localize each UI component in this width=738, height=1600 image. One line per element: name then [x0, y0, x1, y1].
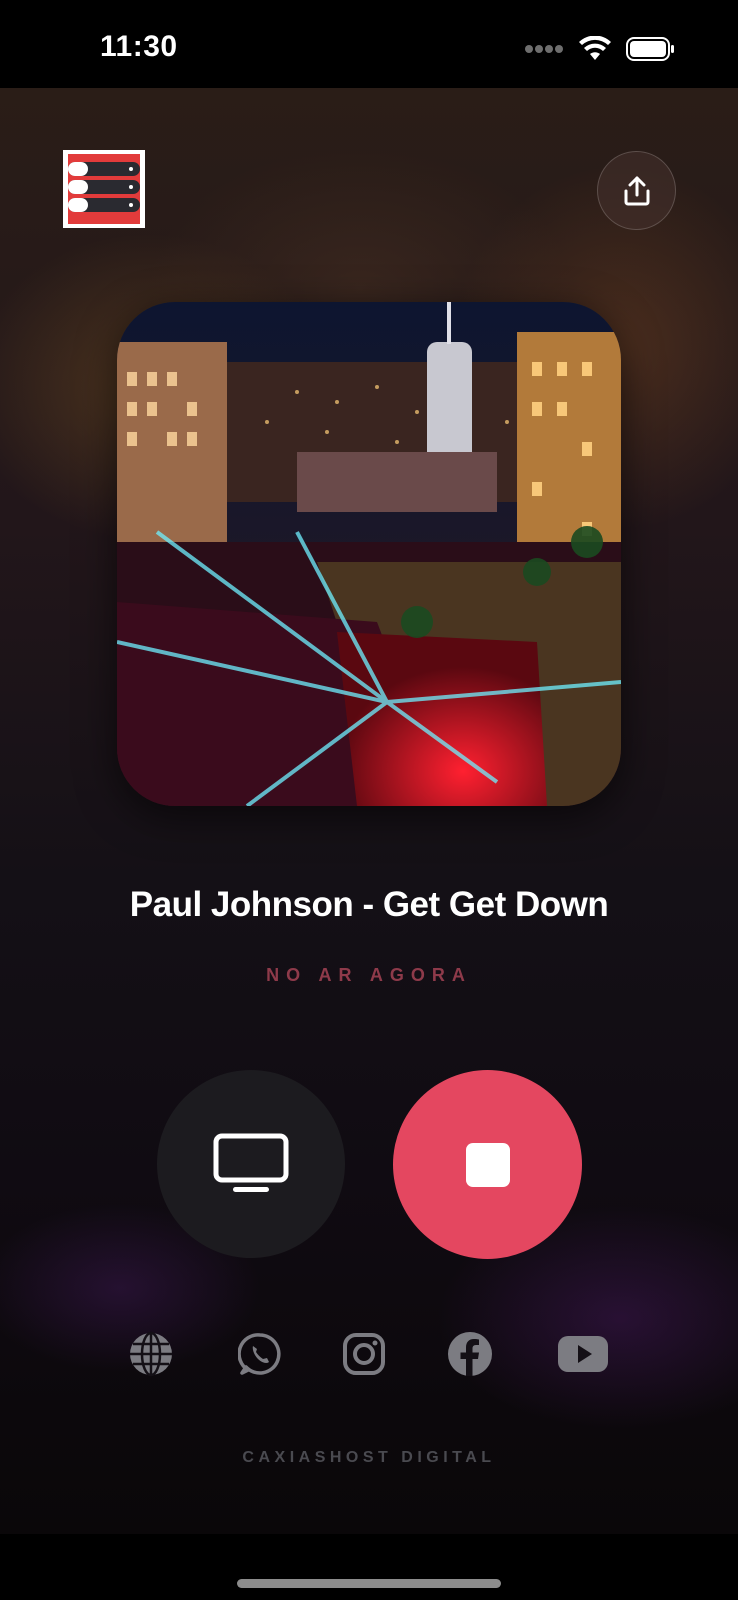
bottom-safe-area [0, 1534, 738, 1600]
status-bar: 11:30 [0, 0, 738, 88]
instagram-link[interactable] [340, 1330, 388, 1378]
track-title: Paul Johnson - Get Get Down [129, 885, 609, 924]
server-stack-logo [68, 154, 140, 224]
whatsapp-link[interactable] [236, 1330, 284, 1378]
youtube-icon [558, 1336, 608, 1372]
tv-monitor-icon [213, 1133, 289, 1192]
signal-dots-icon [525, 45, 563, 53]
on-air-label: NO AR AGORA [266, 965, 472, 985]
facebook-icon [448, 1332, 492, 1376]
album-artwork [117, 302, 621, 806]
share-button[interactable] [597, 151, 676, 230]
home-indicator[interactable] [237, 1579, 501, 1588]
tv-button[interactable] [157, 1070, 345, 1258]
share-upload-icon [624, 176, 649, 205]
footer-credit: CAXIASHOST DIGITAL [242, 1449, 496, 1466]
facebook-link[interactable] [446, 1330, 494, 1378]
station-logo [63, 150, 145, 228]
status-time: 11:30 [100, 30, 178, 63]
concert-cityscape-artwork [117, 302, 621, 806]
youtube-link[interactable] [557, 1330, 609, 1378]
stop-button[interactable] [393, 1070, 582, 1259]
website-link[interactable] [127, 1330, 175, 1378]
instagram-icon [343, 1333, 385, 1375]
whatsapp-icon [238, 1333, 281, 1375]
stop-icon [465, 1142, 510, 1187]
wifi-icon [579, 36, 611, 60]
globe-icon [130, 1331, 172, 1377]
battery-icon [626, 37, 674, 61]
